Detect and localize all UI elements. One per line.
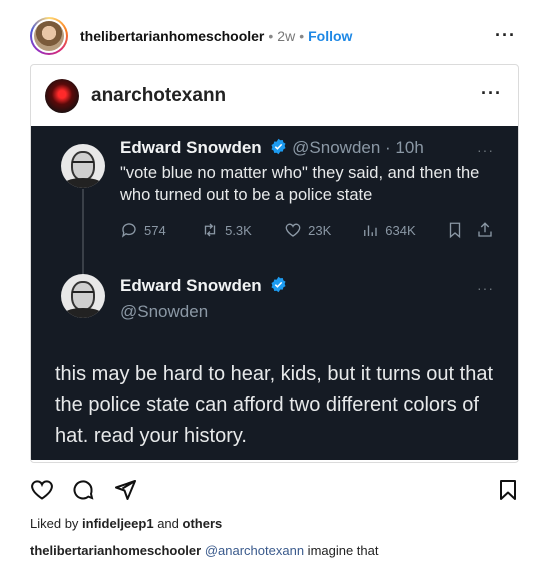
tweet-handle-time: @Snowden · 10h — [292, 138, 424, 157]
tweet-text: "vote blue no matter who" they said, and… — [120, 164, 480, 204]
liked-by-line: Liked by infideljeep1 and others — [30, 516, 222, 531]
tweet-more-icon: ··· — [477, 142, 494, 158]
tweet-text: this may be hard to hear, kids, but it t… — [55, 363, 494, 447]
embedded-more-options-icon[interactable]: ··· — [481, 83, 502, 104]
embedded-author-username[interactable]: anarchotexann — [91, 85, 226, 107]
author-username[interactable]: thelibertarianhomeschooler — [80, 28, 264, 44]
retweet-icon — [204, 223, 216, 237]
tweet-screenshot: Edward Snowden @Snowden · 10h ··· "vote … — [31, 126, 518, 460]
view-count-label: 634K — [385, 222, 416, 238]
embedded-post: anarchotexann ··· Edward Snowden @Snowde… — [30, 64, 519, 463]
follow-button[interactable]: Follow — [308, 28, 352, 44]
tweet-author-name: Edward Snowden — [120, 138, 262, 157]
bookmark-icon — [450, 222, 461, 239]
tweet-handle: @Snowden — [120, 302, 209, 321]
separator-dot: • — [268, 28, 274, 44]
caption-mention[interactable]: @anarchotexann — [205, 543, 304, 558]
tweet-author-line: Edward Snowden @Snowden · 10h — [120, 138, 424, 158]
post-action-bar — [30, 478, 520, 504]
tweet-more-icon: ··· — [477, 280, 494, 296]
liked-by-others[interactable]: others — [183, 516, 223, 531]
share-send-icon[interactable] — [113, 478, 137, 502]
tweet-author-line: Edward Snowden — [120, 276, 287, 296]
bookmark — [446, 221, 476, 239]
tweet-author-avatar — [61, 274, 105, 318]
embedded-author-avatar[interactable] — [45, 79, 79, 113]
tweet-author-name: Edward Snowden — [120, 276, 262, 295]
views-chart-icon — [364, 225, 377, 236]
post-caption: thelibertarianhomeschooler @anarchotexan… — [30, 543, 379, 558]
liked-by-user[interactable]: infideljeep1 — [82, 516, 154, 531]
retweet-count: 5.3K — [201, 221, 284, 239]
tweet-author-avatar — [61, 144, 105, 188]
reply-icon — [121, 223, 136, 238]
liked-by-prefix: Liked by — [30, 516, 83, 531]
caption-text: imagine that — [304, 543, 379, 558]
reply-count-label: 574 — [144, 222, 166, 238]
liked-by-middle: and — [153, 516, 183, 531]
comment-icon[interactable] — [71, 478, 95, 502]
verified-badge-icon — [271, 138, 286, 155]
caption-username[interactable]: thelibertarianhomeschooler — [30, 543, 201, 558]
reply-count: 574 — [120, 221, 201, 239]
like-count: 23K — [284, 221, 361, 239]
tweet-actions: 574 5.3K 23K 634K — [120, 219, 500, 241]
author-avatar[interactable] — [30, 17, 68, 55]
more-options-icon[interactable]: ··· — [495, 25, 516, 46]
embedded-post-header: anarchotexann ··· — [31, 65, 518, 127]
like-heart-icon — [285, 223, 301, 237]
share — [476, 221, 500, 239]
post-header: thelibertarianhomeschooler • 2w • Follow… — [30, 15, 522, 57]
separator-dot: • — [299, 28, 305, 44]
view-count: 634K — [361, 221, 446, 239]
share-icon — [478, 222, 492, 237]
verified-badge-icon — [271, 276, 286, 293]
post-time[interactable]: 2w — [277, 28, 295, 44]
like-count-label: 23K — [308, 222, 332, 238]
save-bookmark-icon[interactable] — [496, 478, 520, 502]
like-heart-icon[interactable] — [30, 478, 54, 502]
retweet-count-label: 5.3K — [225, 222, 252, 238]
